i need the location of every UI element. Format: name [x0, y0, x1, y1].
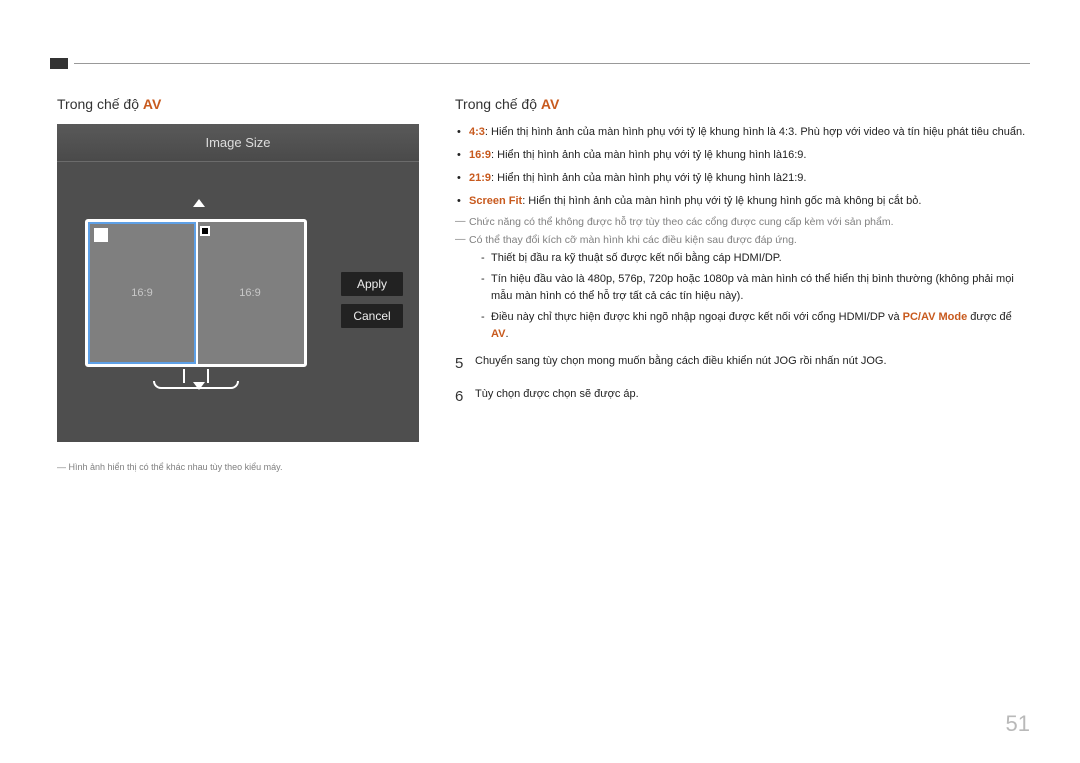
- bullet-item: Screen Fit: Hiển thị hình ảnh của màn hì…: [455, 193, 1030, 210]
- preview-panel-left[interactable]: 16:9: [88, 222, 196, 364]
- step-5: 5 Chuyển sang tùy chọn mong muốn bằng cá…: [455, 353, 1030, 376]
- bullet-accent: 21:9: [469, 172, 491, 184]
- bullet-item: 21:9: Hiển thị hình ảnh của màn hình phụ…: [455, 170, 1030, 187]
- left-heading-prefix: Trong chế độ: [57, 96, 143, 112]
- cancel-button[interactable]: Cancel: [341, 304, 403, 328]
- left-footnote-text: Hình ảnh hiển thị có thể khác nhau tùy t…: [69, 462, 283, 472]
- step-number: 5: [455, 353, 475, 376]
- bullet-text: : Hiển thị hình ảnh của màn hình phụ với…: [485, 126, 1025, 138]
- note-line: Có thể thay đổi kích cỡ màn hình khi các…: [455, 234, 1030, 246]
- preview-panel-right[interactable]: 16:9: [196, 222, 304, 364]
- osd-panel: Image Size 16:9 16:9 Apply Cancel: [57, 124, 419, 442]
- left-column: Trong chế độ AV Image Size 16:9 16:9 App…: [57, 96, 427, 472]
- bullet-text: : Hiển thị hình ảnh của màn hình phụ với…: [491, 172, 806, 184]
- step-6: 6 Tùy chọn được chọn sẽ được áp.: [455, 386, 1030, 409]
- arrow-up-icon[interactable]: [193, 199, 205, 207]
- pip-box-icon: [94, 228, 108, 242]
- dash3-pre: Điều này chỉ thực hiện được khi ngõ nhập…: [491, 311, 903, 323]
- bullet-accent: 16:9: [469, 149, 491, 161]
- apply-button[interactable]: Apply: [341, 272, 403, 296]
- panel-right-label: 16:9: [239, 287, 260, 299]
- right-heading-accent: AV: [541, 96, 559, 112]
- dash-item: Thiết bị đầu ra kỹ thuật số được kết nối…: [481, 250, 1030, 267]
- arrow-down-icon[interactable]: [193, 382, 205, 390]
- dash3-end: .: [505, 328, 508, 340]
- page-number: 51: [1006, 711, 1030, 737]
- note-line: Chức năng có thể không được hỗ trợ tùy t…: [455, 216, 1030, 228]
- step-text: Tùy chọn được chọn sẽ được áp.: [475, 386, 639, 409]
- header-rule: [74, 63, 1030, 64]
- bullet-accent: Screen Fit: [469, 195, 522, 207]
- header-accent: [50, 58, 68, 69]
- osd-title: Image Size: [57, 124, 419, 162]
- right-heading-prefix: Trong chế độ: [455, 96, 541, 112]
- dash3-post: được để: [967, 311, 1012, 323]
- step-number: 6: [455, 386, 475, 409]
- left-footnote: ― Hình ảnh hiển thị có thể khác nhau tùy…: [57, 462, 427, 472]
- right-heading: Trong chế độ AV: [455, 96, 1030, 112]
- pip-box-icon: [200, 226, 210, 236]
- bullet-list: 4:3: Hiển thị hình ảnh của màn hình phụ …: [455, 124, 1030, 210]
- dash3-accent2: AV: [491, 328, 505, 340]
- bullet-item: 4:3: Hiển thị hình ảnh của màn hình phụ …: [455, 124, 1030, 141]
- bullet-accent: 4:3: [469, 126, 485, 138]
- monitor-diagram: 16:9 16:9: [85, 219, 330, 419]
- right-column: Trong chế độ AV 4:3: Hiển thị hình ảnh c…: [455, 96, 1030, 408]
- dash-item: Tín hiệu đầu vào là 480p, 576p, 720p hoặ…: [481, 271, 1030, 305]
- dash-list: Thiết bị đầu ra kỹ thuật số được kết nối…: [481, 250, 1030, 343]
- bullet-text: : Hiển thị hình ảnh của màn hình phụ với…: [491, 149, 806, 161]
- left-heading: Trong chế độ AV: [57, 96, 427, 112]
- bullet-text: : Hiển thị hình ảnh của màn hình phụ với…: [522, 195, 921, 207]
- bullet-item: 16:9: Hiển thị hình ảnh của màn hình phụ…: [455, 147, 1030, 164]
- left-heading-accent: AV: [143, 96, 161, 112]
- panel-left-label: 16:9: [131, 287, 152, 299]
- step-text: Chuyển sang tùy chọn mong muốn bằng cách…: [475, 353, 887, 376]
- dash-item: Điều này chỉ thực hiện được khi ngõ nhập…: [481, 309, 1030, 343]
- panel-divider: [196, 222, 198, 364]
- monitor-frame: 16:9 16:9: [85, 219, 307, 367]
- dash3-accent: PC/AV Mode: [903, 311, 968, 323]
